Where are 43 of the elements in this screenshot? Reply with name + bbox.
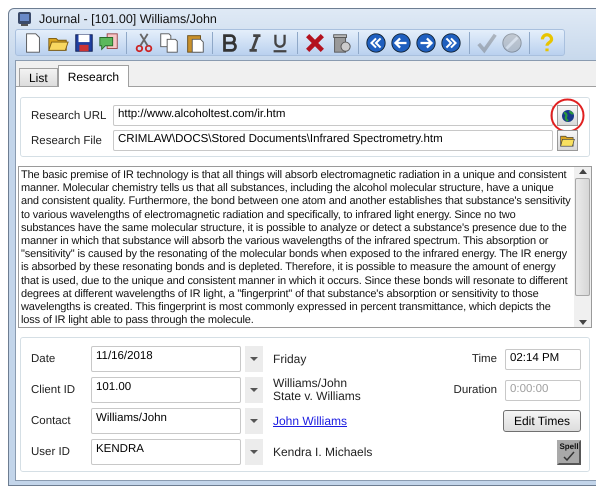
field-label: Client ID — [31, 384, 76, 396]
scrollbar[interactable] — [574, 167, 591, 327]
dropdown-button[interactable] — [245, 408, 263, 434]
tab[interactable]: Research — [58, 65, 130, 87]
info-text: Williams/John — [273, 377, 348, 390]
dropdown-button[interactable] — [245, 377, 263, 403]
open-folder-icon — [560, 134, 575, 147]
caret-icon — [250, 450, 258, 454]
caret-icon — [250, 357, 258, 361]
field-label: Contact — [31, 415, 72, 427]
field-label: Date — [31, 353, 56, 365]
combo-field[interactable]: 11/16/2018 — [91, 346, 241, 372]
info-text: Friday — [273, 352, 308, 366]
combo-field[interactable]: 101.00 — [91, 377, 241, 403]
field-label: Duration — [452, 384, 497, 396]
info-text: Kendra I. Michaels — [273, 446, 374, 458]
file-field[interactable]: CRIMLAW\DOCS\Stored Documents\Infrared Spectrometry.htm — [113, 130, 553, 151]
field-label: Time — [470, 353, 497, 365]
dropdown-button[interactable] — [245, 346, 263, 372]
time-field[interactable]: 02:14 PM — [505, 348, 581, 370]
tab[interactable]: List — [19, 68, 58, 86]
combo-field[interactable]: Williams/John — [91, 408, 241, 434]
window-title: Journal - [101.00] Williams/John — [39, 12, 217, 26]
edit-times-button[interactable]: Edit Times — [502, 410, 581, 432]
check-icon — [563, 450, 575, 460]
caret-icon — [250, 388, 258, 392]
info-text: State v. Williams — [273, 390, 362, 403]
browse-button[interactable] — [557, 130, 578, 151]
caret-icon — [250, 419, 258, 423]
contact-link[interactable]: John Williams — [273, 414, 348, 428]
globe-icon — [560, 108, 574, 122]
url-field[interactable]: http://www.alcoholtest.com/ir.htm — [113, 105, 553, 126]
field-label: Research File — [31, 134, 103, 146]
notes-text: The basic premise of IR technology is that all things will absorb electromagnetic radiation in a unique and consistent manner. Molecular chemistry tells us that all substances, including the alcohol molecular structure, have a unique and consistent quality. Furthermore, the bond between one atom and another establishes that substance's sensitivity to various wavelengths of electromagnetic radiation and specifically, to infrared light energy. Since no two substances have the same molecular structure, it is possible to analyze or detect a substance's presence due to the manner in which that substance will absorb the various wavelengths of the infrared spectrum. This absorption or "sensitivity" is caused by the resonating of the molecular bonds when exposed to the infrared energy. The IR energy is absorbed by these resonating bonds and is depleted. Therefore, it is possible to measure the amount of energy that is used, due to the unique and consistent manner in which it occurs. Since these bonds will resonate to different degrees at different wavelengths of IR light, a "fingerprint" of that substance's absorption or sensitivity to those wavelengths is created. This fingerprint is most commonly expressed in percent transmittance, which depicts the loss of IR light able to pass through the molecule. — [20, 168, 572, 327]
open-url-button[interactable] — [557, 105, 578, 126]
app-icon — [17, 11, 33, 27]
spell-button[interactable]: Spell — [557, 440, 581, 464]
field-label: Research URL — [31, 110, 108, 122]
field-label: User ID — [31, 446, 71, 458]
combo-field[interactable]: KENDRA — [91, 439, 241, 465]
dropdown-button[interactable] — [245, 439, 263, 465]
scroll-down-icon[interactable] — [578, 320, 586, 325]
scroll-up-icon[interactable] — [578, 169, 586, 174]
